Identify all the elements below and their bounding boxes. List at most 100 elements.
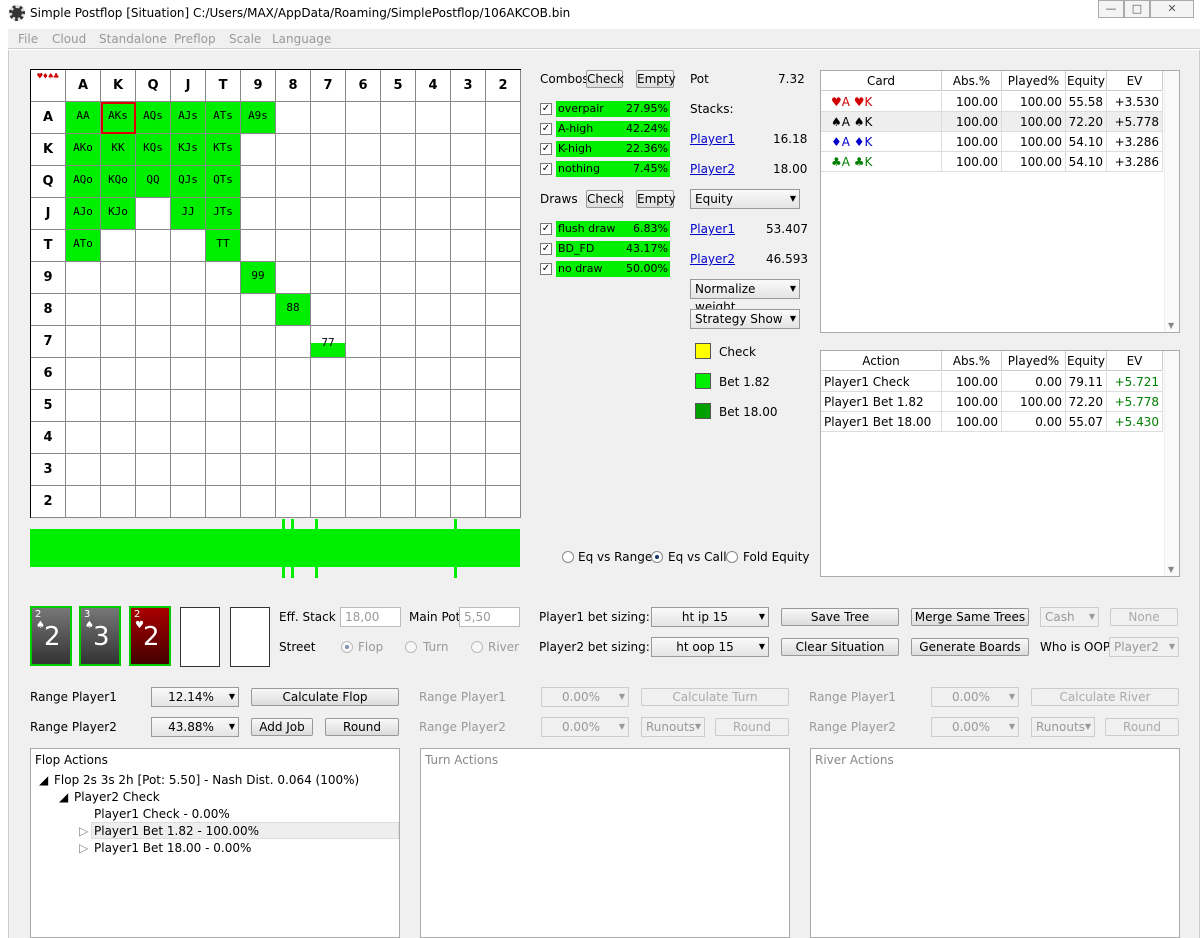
grid-cell[interactable] [101,422,136,454]
table-row[interactable]: ♦A ♦K 100.00 100.00 54.10 +3.286 [821,132,1163,152]
minimize-button[interactable]: — [1098,0,1124,18]
table-row[interactable]: Player1 Check 100.00 0.00 79.11 +5.721 [821,372,1163,392]
grid-cell[interactable] [311,358,346,390]
grid-hand-ATo[interactable]: ATo [66,230,101,262]
grid-cell[interactable] [416,134,451,166]
street-river-radio[interactable] [471,641,483,653]
river-runouts-select[interactable]: Runouts [1031,717,1095,737]
grid-cell[interactable] [381,230,416,262]
grid-hand-KQs[interactable]: KQs [136,134,171,166]
grid-cell[interactable] [381,454,416,486]
board-card-turn-slot[interactable] [180,607,220,667]
grid-cell[interactable] [416,294,451,326]
grid-cell[interactable] [416,454,451,486]
grid-col-header[interactable]: 6 [346,70,381,102]
p2-bet-sizing-select[interactable]: ht oop 15 [651,637,769,657]
grid-hand-AJs[interactable]: AJs [171,102,206,134]
grid-cell[interactable] [276,358,311,390]
grid-cell[interactable] [346,166,381,198]
tree-node-flop[interactable]: Flop 2s 3s 2h [Pot: 5.50] - Nash Dist. 0… [54,773,359,787]
grid-cell[interactable] [206,358,241,390]
grid-row-header[interactable]: 2 [31,486,66,518]
grid-cell[interactable] [486,422,521,454]
grid-hand-JTs[interactable]: JTs [206,198,241,230]
grid-cell[interactable] [206,294,241,326]
grid-cell[interactable] [241,390,276,422]
grid-cell[interactable] [451,230,486,262]
strategy-show-select[interactable]: Strategy Show [690,309,800,329]
equity-player1-link[interactable]: Player1 [690,222,735,236]
turn-range-player2-select[interactable]: 0.00% [541,717,629,737]
grid-cell[interactable] [346,102,381,134]
grid-cell[interactable] [66,294,101,326]
main-pot-input[interactable]: 5,50 [459,607,520,627]
grid-cell[interactable] [241,230,276,262]
grid-cell[interactable] [451,294,486,326]
col-abs[interactable]: Abs.% [942,71,1002,91]
grid-cell[interactable] [311,134,346,166]
grid-cell[interactable] [381,134,416,166]
grid-cell[interactable] [381,422,416,454]
combos-check-button[interactable]: Check [586,70,624,88]
action-table-scrollbar[interactable]: ▼ [1164,351,1179,576]
flop-range-player2-select[interactable]: 43.88% [151,717,239,737]
grid-col-header[interactable]: 3 [451,70,486,102]
calculate-river-button[interactable]: Calculate River [1031,688,1179,706]
grid-cell[interactable] [66,358,101,390]
grid-cell[interactable] [416,230,451,262]
grid-cell[interactable] [311,294,346,326]
tree-expand-icon[interactable]: ◢ [39,773,48,787]
grid-cell[interactable] [451,326,486,358]
eff-stack-input[interactable]: 18,00 [340,607,401,627]
fold-equity-radio[interactable] [726,551,738,563]
grid-hand-KQo[interactable]: KQo [101,166,136,198]
grid-cell[interactable] [241,326,276,358]
grid-cell[interactable] [241,294,276,326]
grid-col-header[interactable]: A [66,70,101,102]
grid-cell[interactable] [346,326,381,358]
grid-col-header[interactable]: 9 [241,70,276,102]
grid-cell[interactable] [66,262,101,294]
grid-cell[interactable] [486,454,521,486]
who-is-oop-select[interactable]: Player2 [1109,637,1179,657]
grid-cell[interactable] [276,102,311,134]
grid-hand-AKo[interactable]: AKo [66,134,101,166]
grid-cell[interactable] [311,230,346,262]
turn-range-player1-select[interactable]: 0.00% [541,687,629,707]
grid-cell[interactable] [136,358,171,390]
grid-cell[interactable] [486,390,521,422]
grid-col-header[interactable]: 5 [381,70,416,102]
tree-collapse-icon[interactable]: ▷ [79,841,88,855]
flop-range-player1-select[interactable]: 12.14% [151,687,239,707]
draws-check-button[interactable]: Check [586,190,624,208]
grid-cell[interactable] [451,358,486,390]
table-row[interactable]: Player1 Bet 1.82 100.00 100.00 72.20 +5.778 [821,392,1163,412]
board-card-2[interactable]: 3 ♠ 3 [79,606,121,666]
grid-cell[interactable] [276,422,311,454]
normalize-weight-select[interactable]: Normalize weight [690,279,800,314]
grid-cell[interactable] [276,230,311,262]
grid-cell[interactable] [66,486,101,518]
combos-checkbox[interactable]: ✓ [540,143,552,155]
grid-cell[interactable] [66,326,101,358]
grid-cell[interactable] [171,326,206,358]
col-equity[interactable]: Equity [1066,71,1107,91]
tree-expand-icon[interactable]: ◢ [59,790,68,804]
grid-cell[interactable] [486,262,521,294]
grid-cell[interactable] [171,422,206,454]
grid-col-header[interactable]: Q [136,70,171,102]
grid-cell[interactable] [346,358,381,390]
grid-cell[interactable] [416,358,451,390]
grid-cell[interactable] [416,166,451,198]
grid-hand-88[interactable]: 88 [276,294,311,326]
grid-cell[interactable] [486,294,521,326]
grid-cell[interactable] [206,326,241,358]
draws-checkbox[interactable]: ✓ [540,223,552,235]
flop-round-button[interactable]: Round [325,718,399,736]
grid-cell[interactable] [311,198,346,230]
merge-same-trees-button[interactable]: Merge Same Trees [911,608,1029,626]
grid-row-header[interactable]: 9 [31,262,66,294]
grid-row-header[interactable]: J [31,198,66,230]
grid-cell[interactable] [346,230,381,262]
grid-cell[interactable] [276,198,311,230]
